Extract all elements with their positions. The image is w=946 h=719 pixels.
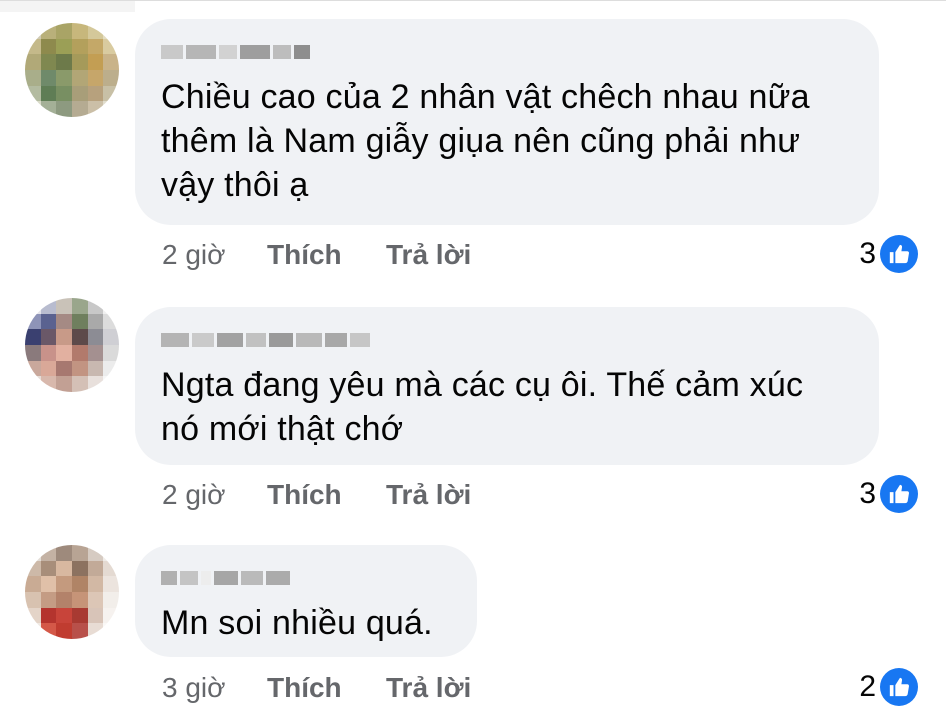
- like-button[interactable]: Thích: [267, 479, 386, 511]
- avatar[interactable]: [25, 23, 119, 117]
- reaction-summary[interactable]: 3: [859, 234, 918, 274]
- comment-text: Chiều cao của 2 nhân vật chêch nhau nữa …: [161, 78, 810, 204]
- comment-bubble: Chiều cao của 2 nhân vật chêch nhau nữa …: [135, 19, 879, 225]
- reply-button[interactable]: Trả lời: [386, 479, 471, 511]
- reply-button[interactable]: Trả lời: [386, 239, 471, 271]
- reaction-count: 2: [859, 670, 876, 703]
- author-name-blurred[interactable]: [161, 41, 853, 63]
- reaction-count: 3: [859, 477, 876, 510]
- timestamp[interactable]: 2 giờ: [162, 479, 267, 511]
- like-button[interactable]: Thích: [267, 239, 386, 271]
- comment-thread: Chiều cao của 2 nhân vật chêch nhau nữa …: [0, 0, 946, 719]
- comment-bubble: Mn soi nhiều quá.: [135, 545, 477, 657]
- reaction-summary[interactable]: 3: [859, 474, 918, 514]
- timestamp[interactable]: 3 giờ: [162, 672, 267, 704]
- author-name-blurred[interactable]: [161, 567, 451, 589]
- like-button[interactable]: Thích: [267, 672, 386, 704]
- divider: [0, 0, 946, 1]
- reply-button[interactable]: Trả lời: [386, 672, 471, 704]
- avatar[interactable]: [25, 298, 119, 392]
- timestamp[interactable]: 2 giờ: [162, 239, 267, 271]
- comment-bubble: Ngta đang yêu mà các cụ ôi. Thế cảm xúc …: [135, 307, 879, 465]
- avatar[interactable]: [25, 545, 119, 639]
- reaction-summary[interactable]: 2: [859, 667, 918, 707]
- reaction-count: 3: [859, 237, 876, 270]
- comment-text: Mn soi nhiều quá.: [161, 604, 433, 642]
- thumbs-up-icon: [880, 668, 918, 706]
- author-name-blurred[interactable]: [161, 329, 853, 351]
- comment-text: Ngta đang yêu mà các cụ ôi. Thế cảm xúc …: [161, 366, 804, 448]
- thumbs-up-icon: [880, 235, 918, 273]
- divider: [0, 0, 135, 12]
- thumbs-up-icon: [880, 475, 918, 513]
